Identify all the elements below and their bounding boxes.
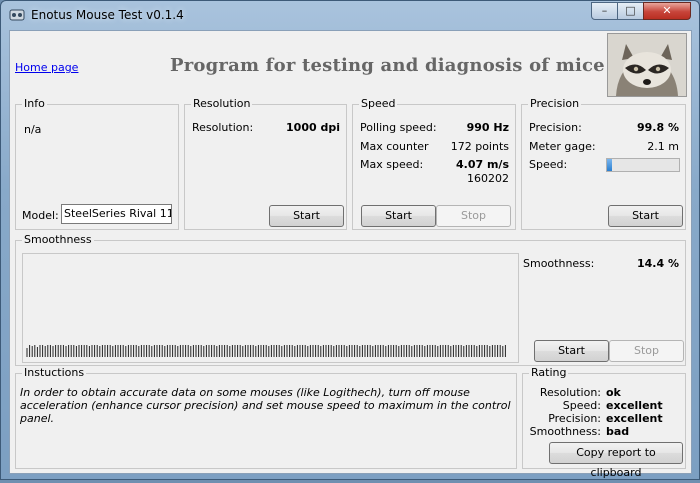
speed-stop-button[interactable]: Stop [436, 205, 511, 227]
polling-speed-value: 990 Hz [466, 121, 509, 134]
resolution-label: Resolution: [192, 121, 254, 134]
info-group: Info n/a Model: SteelSeries Rival 110 [15, 97, 179, 230]
precision-value: 99.8 % [637, 121, 679, 134]
rating-group: Rating Resolution: ok Speed: excellent P… [522, 366, 686, 479]
meter-gage-value: 2.1 m [647, 140, 679, 153]
raccoon-logo-image [607, 33, 687, 97]
precision-speed-bar [606, 158, 680, 172]
rating-speed-label: Speed: [562, 399, 601, 412]
title-bar[interactable]: Enotus Mouse Test v0.1.4 – □ ✕ [1, 1, 699, 29]
max-counter-label: Max counter [360, 140, 429, 153]
meter-gage-label: Meter gage: [529, 140, 596, 153]
rating-precision-value: excellent [606, 412, 663, 425]
smoothness-label: Smoothness: [523, 257, 595, 270]
resolution-group: Resolution Resolution: 1000 dpi Start [184, 97, 347, 230]
smoothness-group: Smoothness Smoothness: 14.4 % Start Stop [15, 233, 686, 366]
rating-speed-value: excellent [606, 399, 663, 412]
rating-resolution-label: Resolution: [539, 386, 601, 399]
speed-start-button[interactable]: Start [361, 205, 436, 227]
rating-resolution-value: ok [606, 386, 621, 399]
app-icon [9, 9, 25, 21]
instructions-text: In order to obtain accurate data on some… [20, 386, 511, 425]
copy-report-button[interactable]: Copy report to clipboard [549, 442, 683, 479]
info-group-title: Info [22, 97, 47, 110]
client-area: Home page Program for testing and diagno… [9, 30, 692, 479]
model-label: Model: [22, 209, 59, 222]
precision-start-button[interactable]: Start [608, 205, 683, 227]
precision-label: Precision: [529, 121, 582, 134]
speed-group: Speed Polling speed: 990 Hz Max counter … [352, 97, 516, 230]
smoothness-start-button[interactable]: Start [534, 340, 609, 362]
smoothness-graph [22, 253, 519, 363]
max-speed-label: Max speed: [360, 158, 424, 171]
rating-smoothness-value: bad [606, 425, 630, 438]
smoothness-value: 14.4 % [637, 257, 679, 270]
info-status: n/a [24, 123, 42, 136]
resolution-value: 1000 dpi [286, 121, 340, 134]
polling-speed-label: Polling speed: [360, 121, 437, 134]
rating-precision-label: Precision: [548, 412, 601, 425]
page-title: Program for testing and diagnosis of mic… [170, 55, 605, 76]
maximize-button[interactable]: □ [617, 2, 644, 20]
resolution-group-title: Resolution [191, 97, 253, 110]
app-window: Enotus Mouse Test v0.1.4 – □ ✕ Home page… [0, 0, 700, 480]
rating-group-title: Rating [529, 366, 569, 379]
home-page-link[interactable]: Home page [15, 61, 78, 74]
window-title: Enotus Mouse Test v0.1.4 [31, 8, 184, 22]
precision-speed-bar-fill [607, 159, 613, 171]
close-button[interactable]: ✕ [643, 2, 691, 20]
minimize-button[interactable]: – [591, 2, 618, 20]
max-speed-raw: 160202 [467, 172, 509, 185]
smoothness-group-title: Smoothness [22, 233, 94, 246]
precision-group: Precision Precision: 99.8 % Meter gage: … [521, 97, 686, 230]
precision-speed-label: Speed: [529, 158, 568, 171]
speed-group-title: Speed [359, 97, 398, 110]
model-field[interactable]: SteelSeries Rival 110 [61, 204, 172, 224]
max-counter-value: 172 points [450, 140, 509, 153]
rating-smoothness-label: Smoothness: [529, 425, 601, 438]
smoothness-stop-button[interactable]: Stop [609, 340, 684, 362]
max-speed-value: 4.07 m/s [456, 158, 509, 171]
resolution-start-button[interactable]: Start [269, 205, 344, 227]
smoothness-graph-svg [26, 345, 506, 357]
instructions-group-title: Instuctions [22, 366, 87, 379]
instructions-group: Instuctions In order to obtain accurate … [15, 366, 517, 469]
precision-group-title: Precision [528, 97, 582, 110]
